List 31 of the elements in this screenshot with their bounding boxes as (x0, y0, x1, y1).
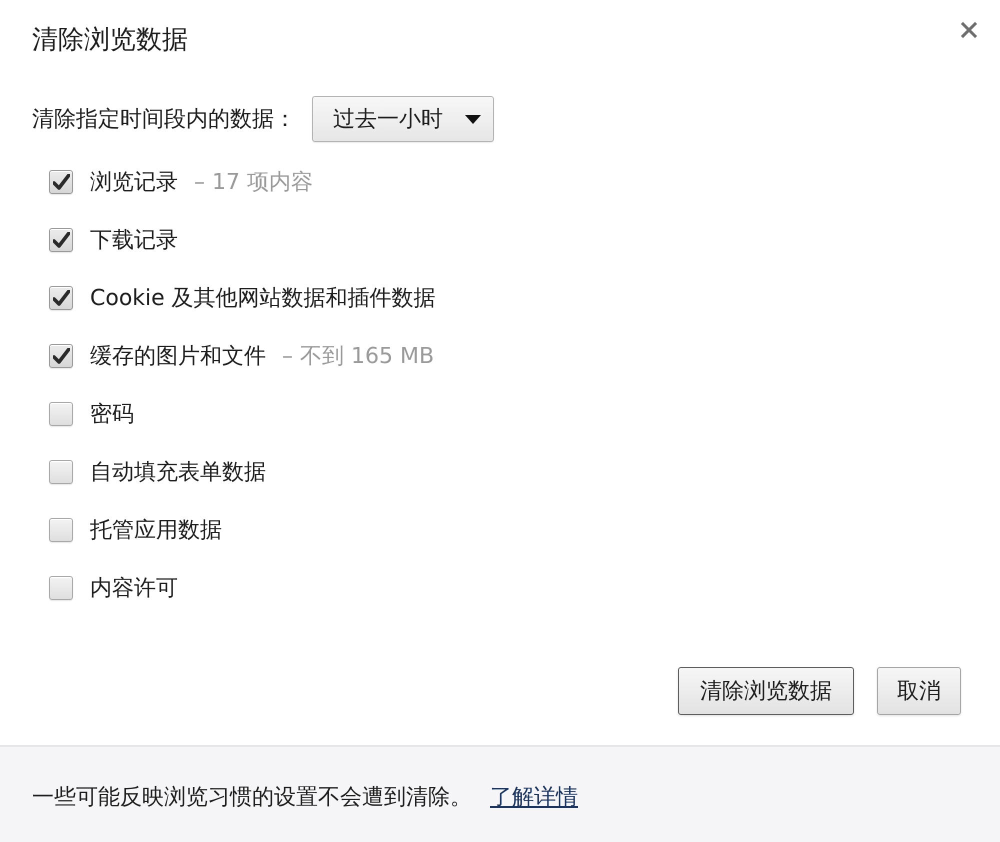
option-label: Cookie 及其他网站数据和插件数据 (90, 285, 436, 313)
option-label: 密码 (90, 401, 134, 429)
checkbox[interactable] (49, 518, 73, 542)
checkbox[interactable] (49, 460, 73, 484)
time-range-label: 清除指定时间段内的数据： (32, 106, 296, 134)
checkmark-icon (52, 232, 70, 248)
caret-icon (465, 114, 481, 124)
footer-note: 一些可能反映浏览习惯的设置不会遭到清除。 (32, 784, 472, 812)
learn-more-link[interactable]: 了解详情 (490, 782, 578, 812)
checkbox[interactable] (49, 170, 73, 194)
checkbox[interactable] (49, 228, 73, 252)
option-label: 下载记录 (90, 227, 178, 255)
checkbox[interactable] (49, 402, 73, 426)
option-detail: – 不到 165 MB (282, 343, 434, 371)
time-range-dropdown[interactable]: 过去一小时 (312, 96, 494, 142)
option-label: 托管应用数据 (90, 517, 222, 545)
dialog-title: 清除浏览数据 (32, 24, 188, 57)
checkbox[interactable] (49, 344, 73, 368)
checkmark-icon (52, 348, 70, 364)
checkmark-icon (52, 174, 70, 190)
cancel-button[interactable]: 取消 (877, 667, 961, 715)
option-label: 自动填充表单数据 (90, 459, 266, 487)
option-detail: – 17 项内容 (194, 169, 313, 197)
checkmark-icon (52, 290, 70, 306)
checkbox[interactable] (49, 576, 73, 600)
option-label: 浏览记录 (90, 169, 178, 197)
option-label: 缓存的图片和文件 (90, 343, 266, 371)
checkbox[interactable] (49, 286, 73, 310)
clear-data-button[interactable]: 清除浏览数据 (678, 667, 854, 715)
close-icon[interactable] (961, 22, 977, 38)
option-label: 内容许可 (90, 575, 178, 603)
